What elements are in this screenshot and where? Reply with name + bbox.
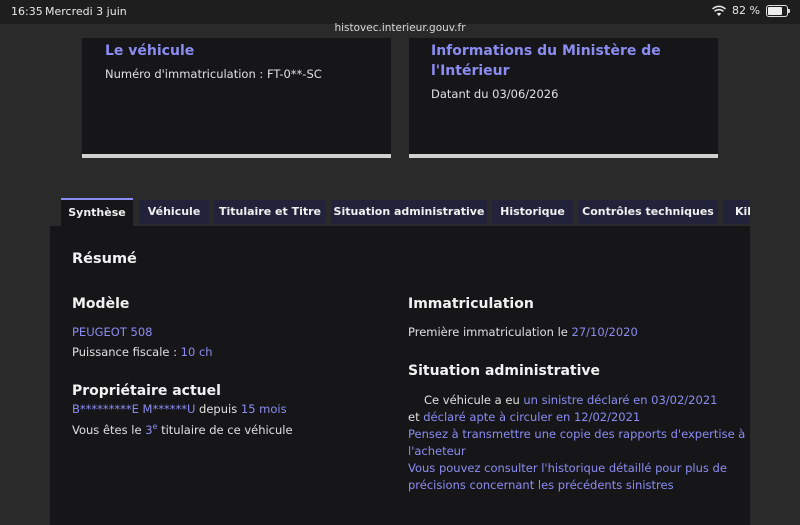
first-reg-date: 27/10/2020 (571, 325, 638, 339)
summary-title: Résumé (72, 251, 137, 267)
fit-prefix: et (408, 410, 424, 424)
advice-history-line2[interactable]: précisions concernant les précédents sin… (408, 477, 674, 494)
owner-rank-line: Vous êtes le 3e titulaire de ce véhicule (72, 418, 293, 439)
battery-icon (766, 4, 790, 17)
tab-titulaire[interactable]: Titulaire et Titre (214, 200, 326, 224)
tab-vehicule[interactable]: Véhicule (139, 200, 209, 224)
first-registration-line: Première immatriculation le 27/10/2020 (408, 324, 638, 341)
ministry-card-title-2: l'Intérieur (431, 63, 510, 79)
owner-rank-prefix: Vous êtes le (72, 422, 146, 437)
ministry-date: Datant du 03/06/2026 (431, 87, 559, 101)
status-right: 82 % (712, 4, 790, 17)
tab-kilometrage[interactable]: Kil (723, 200, 750, 224)
power-value: 10 ch (180, 345, 213, 359)
vehicle-card: Le véhicule Numéro d'immatriculation : F… (82, 38, 391, 158)
status-date: Mercredi 3 juin (45, 5, 127, 18)
registration-heading: Immatriculation (408, 296, 534, 312)
advice-transmit-line1[interactable]: Pensez à transmettre une copie des rappo… (408, 426, 745, 443)
power-line: Puissance fiscale : 10 ch (72, 344, 213, 361)
battery-percent: 82 % (732, 4, 760, 17)
tab-situation-administrative[interactable]: Situation administrative (331, 200, 487, 224)
vehicle-card-title: Le véhicule (105, 43, 195, 59)
summary-panel: Résumé Modèle PEUGEOT 508 Puissance fisc… (50, 226, 750, 525)
owner-rank-suffix: titulaire de ce véhicule (157, 422, 293, 437)
owner-since-label: depuis (195, 402, 241, 416)
fit-line: et déclaré apte à circuler en 12/02/2021 (408, 409, 640, 426)
claim-line: Ce véhicule a eu un sinistre déclaré en … (424, 392, 717, 409)
wifi-icon (712, 5, 726, 16)
fit-link[interactable]: déclaré apte à circuler en 12/02/2021 (423, 410, 640, 424)
advice-transmit-line2[interactable]: l'acheteur (408, 443, 466, 460)
claim-prefix: Ce véhicule a eu (424, 393, 524, 407)
plate-number: Numéro d'immatriculation : FT-0**-SC (105, 67, 322, 81)
status-time: 16:35 (11, 5, 43, 18)
owner-since-value: 15 mois (240, 402, 287, 416)
first-reg-label: Première immatriculation le (408, 325, 572, 339)
tab-controles-techniques[interactable]: Contrôles techniques (578, 200, 718, 224)
admin-heading: Situation administrative (408, 363, 601, 379)
advice-history-line1[interactable]: Vous pouvez consulter l'historique détai… (408, 460, 727, 477)
owner-name: B*********E M******U (72, 402, 196, 416)
owner-heading: Propriétaire actuel (72, 383, 221, 399)
owner-line: B*********E M******U depuis 15 mois (72, 401, 287, 418)
tab-historique[interactable]: Historique (492, 200, 573, 224)
tab-bar: Synthèse Véhicule Titulaire et Titre Sit… (61, 198, 750, 226)
address-bar[interactable]: histovec.interieur.gouv.fr (0, 19, 800, 39)
ministry-card: Informations du Ministère de l'Intérieur… (409, 38, 718, 158)
model-value: PEUGEOT 508 (72, 324, 152, 341)
tab-synthese[interactable]: Synthèse (61, 198, 133, 226)
model-link[interactable]: PEUGEOT 508 (72, 325, 152, 339)
power-label: Puissance fiscale : (72, 345, 181, 359)
owner-rank-num: 3 (145, 422, 153, 437)
model-heading: Modèle (72, 296, 130, 312)
ministry-card-title-1: Informations du Ministère de (431, 43, 661, 59)
claim-link[interactable]: un sinistre déclaré en 03/02/2021 (523, 393, 717, 407)
